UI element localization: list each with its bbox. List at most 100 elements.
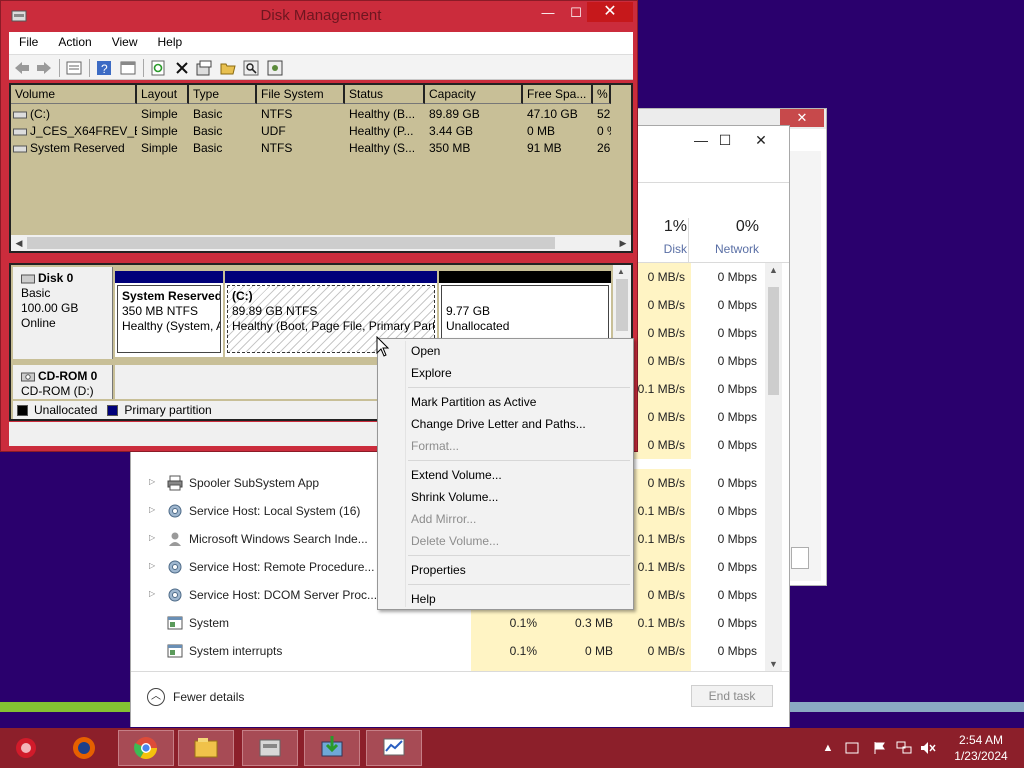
network-column-header[interactable]: Network xyxy=(691,242,759,256)
partition-size: 89.89 GB NTFS xyxy=(232,304,318,318)
context-menu-separator xyxy=(408,460,630,461)
open-folder-icon[interactable] xyxy=(219,59,237,77)
minimize-button[interactable]: — xyxy=(535,3,561,23)
cpu-cell: 0.1% xyxy=(471,609,543,637)
context-menu-item-explore[interactable]: Explore xyxy=(411,366,452,380)
volume-cell-layout: Simple xyxy=(141,107,178,121)
expand-chevron-icon[interactable]: ▷ xyxy=(149,477,155,486)
context-menu-item-mark-partition-as-active[interactable]: Mark Partition as Active xyxy=(411,395,536,409)
maximize-button[interactable]: ☐ xyxy=(563,3,589,23)
console-icon[interactable] xyxy=(119,59,137,77)
volume-drive-icon xyxy=(13,145,27,153)
volume-cell-layout: Simple xyxy=(141,124,178,138)
back-icon[interactable] xyxy=(13,59,31,77)
volume-cell-status: Healthy (B... xyxy=(349,107,416,121)
keyboard-icon[interactable] xyxy=(844,740,860,756)
window-icon xyxy=(167,644,183,658)
task-manager-maximize-button[interactable]: ☐ xyxy=(709,130,741,150)
context-menu-separator xyxy=(408,584,630,585)
context-menu-item-properties[interactable]: Properties xyxy=(411,563,466,577)
menu-view[interactable]: View xyxy=(102,32,148,54)
settings-icon[interactable] xyxy=(266,59,284,77)
process-row[interactable]: System 0.1% 0.3 MB 0.1 MB/s 0 Mbps xyxy=(131,609,765,637)
partition-size: 9.77 GB xyxy=(446,304,491,318)
disk-column-header[interactable]: Disk xyxy=(631,242,687,256)
expand-chevron-icon[interactable]: ▷ xyxy=(149,589,155,598)
delete-icon[interactable] xyxy=(173,59,191,77)
memory-cell: 0 MB xyxy=(543,637,619,665)
process-name: Service Host: Remote Procedure... xyxy=(189,560,375,574)
partition-name: (C:) xyxy=(232,289,253,303)
volume-row[interactable]: J_CES_X64FREV_E... Simple Basic UDF Healthy … xyxy=(11,123,631,140)
menu-help[interactable]: Help xyxy=(148,32,193,54)
task-manager-close-button[interactable]: ✕ xyxy=(745,130,777,150)
taskbar: ▲ 2:54 AM 1/23/2024 xyxy=(0,728,1024,768)
action-center-flag-icon[interactable] xyxy=(872,740,888,756)
partition-system-reserved[interactable]: System Reserved 350 MB NTFS Healthy (Sys… xyxy=(115,271,223,357)
taskbar-button-disk-management[interactable] xyxy=(242,730,298,766)
expand-chevron-icon[interactable]: ▷ xyxy=(149,505,155,514)
show-hidden-icons-icon[interactable]: ▲ xyxy=(820,740,836,756)
fewer-details-button[interactable]: ︿ Fewer details xyxy=(147,688,244,706)
volume-cell-fs: NTFS xyxy=(261,141,293,155)
menu-action[interactable]: Action xyxy=(48,32,101,54)
context-menu-item-help[interactable]: Help xyxy=(411,592,436,606)
volume-muted-icon[interactable] xyxy=(920,740,936,756)
firefox-icon xyxy=(73,737,95,759)
column-header[interactable]: Layout xyxy=(137,85,189,104)
gear-icon xyxy=(168,588,182,602)
disk-management-icon xyxy=(259,739,281,757)
scroll-up-arrow-icon[interactable]: ▲ xyxy=(765,265,782,275)
volume-row[interactable]: System Reserved Simple Basic NTFS Healthy (S… xyxy=(11,140,631,157)
list-view-icon[interactable] xyxy=(65,59,83,77)
volume-list-scrollbar[interactable]: ◀ ▶ xyxy=(11,235,631,251)
column-header[interactable]: Volume xyxy=(11,85,137,104)
column-header[interactable]: File System xyxy=(257,85,345,104)
disk0-label[interactable]: Disk 0 Basic 100.00 GB Online xyxy=(13,267,113,359)
process-row[interactable]: System interrupts 0.1% 0 MB 0 MB/s 0 Mbps xyxy=(131,637,765,665)
volume-cell-volume: J_CES_X64FREV_E... xyxy=(11,123,137,140)
context-menu-item-extend-volume[interactable]: Extend Volume... xyxy=(411,468,502,482)
taskbar-button-chrome[interactable] xyxy=(118,730,174,766)
context-menu-item-shrink-volume[interactable]: Shrink Volume... xyxy=(411,490,498,504)
expand-chevron-icon[interactable]: ▷ xyxy=(149,561,155,570)
scroll-down-arrow-icon[interactable]: ▼ xyxy=(765,659,782,669)
column-header[interactable]: Type xyxy=(189,85,257,104)
refresh-icon[interactable] xyxy=(149,59,167,77)
disk0-state: Online xyxy=(21,316,56,330)
search-icon[interactable] xyxy=(242,59,260,77)
network-cell: 0 Mbps xyxy=(717,532,757,546)
context-menu-item-change-drive-letter-and-paths[interactable]: Change Drive Letter and Paths... xyxy=(411,417,586,431)
menu-file[interactable]: File xyxy=(9,32,48,54)
taskbar-button-performance-monitor[interactable] xyxy=(366,730,422,766)
scrollbar-thumb[interactable] xyxy=(768,287,779,395)
expand-chevron-icon[interactable]: ▷ xyxy=(149,533,155,542)
title-bar[interactable]: Disk Management — ☐ ✕ xyxy=(1,1,637,31)
scroll-left-arrow-icon[interactable]: ◀ xyxy=(11,235,27,251)
background-window-button[interactable] xyxy=(791,547,809,569)
taskbar-button-file-explorer[interactable] xyxy=(178,730,234,766)
disk-cell: 0.1 MB/s xyxy=(619,609,691,637)
scroll-right-arrow-icon[interactable]: ▶ xyxy=(615,235,631,251)
column-header[interactable]: % F xyxy=(593,85,611,104)
network-cell: 0 Mbps xyxy=(717,504,757,518)
cdrom0-label[interactable]: CD-ROM 0 CD-ROM (D:) xyxy=(13,365,113,399)
context-menu-item-open[interactable]: Open xyxy=(411,344,440,358)
forward-icon[interactable] xyxy=(35,59,53,77)
clock[interactable]: 2:54 AM 1/23/2024 xyxy=(946,732,1016,764)
context-menu-item-add-mirror: Add Mirror... xyxy=(411,512,477,526)
volume-row[interactable]: (C:) Simple Basic NTFS Healthy (B... 89.89 GB… xyxy=(11,106,631,123)
process-list-scrollbar[interactable]: ▲ ▼ xyxy=(765,263,782,671)
network-icon[interactable] xyxy=(896,740,912,756)
close-button[interactable]: ✕ xyxy=(587,2,633,22)
column-header[interactable]: Capacity xyxy=(425,85,523,104)
start-button[interactable] xyxy=(4,730,48,766)
end-task-button[interactable]: End task xyxy=(691,685,773,707)
taskbar-button-installer[interactable] xyxy=(304,730,360,766)
column-header[interactable]: Status xyxy=(345,85,425,104)
help-icon[interactable]: ? xyxy=(95,59,113,77)
properties-icon[interactable] xyxy=(195,59,213,77)
taskbar-button-firefox[interactable] xyxy=(56,730,112,766)
scrollbar-thumb[interactable] xyxy=(27,237,555,249)
column-header[interactable]: Free Spa... xyxy=(523,85,593,104)
